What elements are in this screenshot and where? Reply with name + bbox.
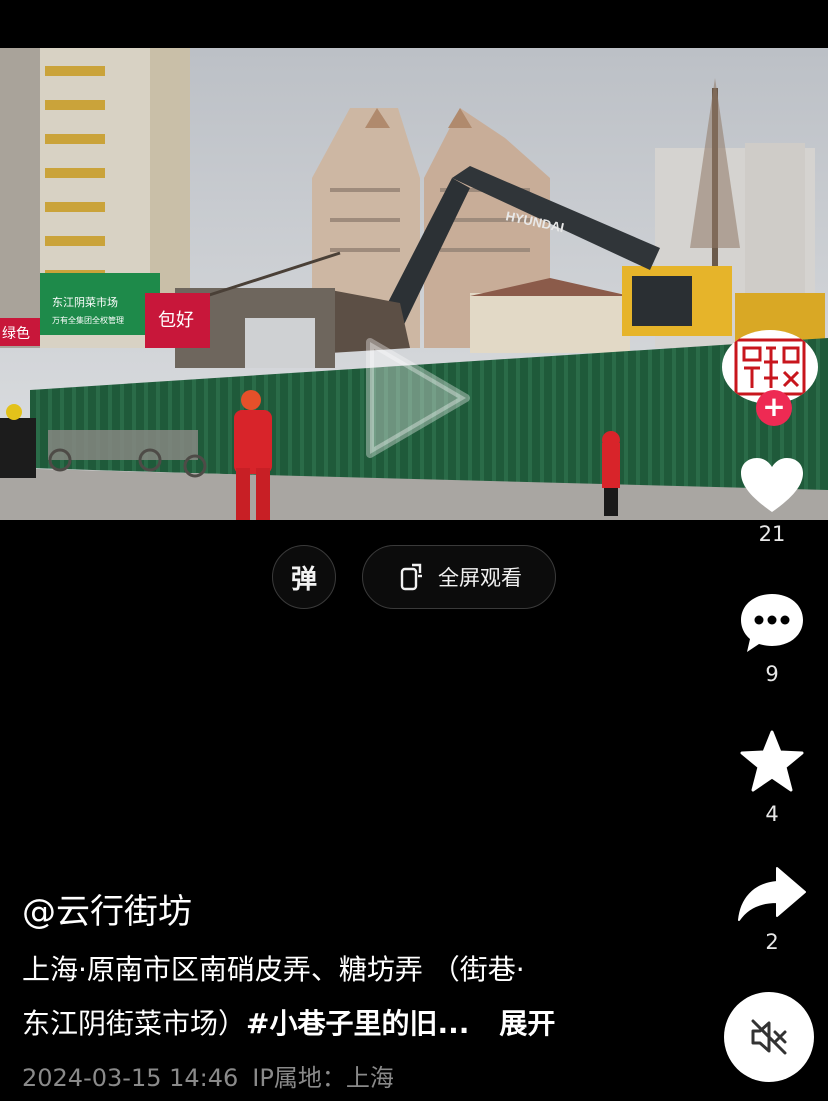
left-sign: 绿色 [2,325,30,342]
play-icon [366,338,470,458]
share-count: 2 [765,930,779,954]
mute-button[interactable] [724,992,814,1082]
author-name[interactable]: @云行街坊 [22,884,192,933]
comment-button[interactable] [739,592,805,654]
comment-count: 9 [765,662,779,686]
post-meta: 2024-03-15 14:46 IP属地：上海 [22,1058,394,1093]
share-button[interactable] [737,866,807,922]
post-timestamp: 2024-03-15 14:46 [22,1064,239,1092]
fullscreen-label: 全屏观看 [438,566,522,590]
comment-group: 9 [724,592,820,686]
market-sign: 东江阴菜市场 [52,295,118,309]
hashtag-link[interactable]: #小巷子里的旧... [246,1007,469,1040]
star-icon [740,730,804,792]
like-button[interactable] [739,456,805,514]
favorite-count: 4 [765,802,779,826]
danmaku-label: 弹 [290,564,317,595]
play-button[interactable] [362,336,472,460]
like-group: 21 [724,456,820,546]
danmaku-toggle-button[interactable]: 弹 [272,545,336,609]
expand-button[interactable]: 展开 [499,1007,555,1040]
heart-icon [741,458,803,512]
favorite-button[interactable] [739,730,805,794]
shop-sign: 包好 [158,310,194,331]
description-text: 东江阴街菜市场） [22,1007,247,1040]
market-sign-sub: 万有全集团全权管理 [52,315,124,325]
comment-icon [741,594,803,652]
ip-location: IP属地：上海 [252,1064,394,1092]
post-description-line2: 东江阴街菜市场）#小巷子里的旧... 展开 [22,1004,712,1044]
post-description-line1: 上海·原南市区南硝皮弄、糖坊弄 （街巷· [22,953,525,986]
share-group: 2 [724,866,820,954]
like-count: 21 [758,522,786,546]
share-icon [738,867,806,921]
mute-icon [751,1019,787,1055]
rotate-phone-icon [400,563,422,591]
fullscreen-button[interactable]: 全屏观看 [362,545,556,609]
author-avatar-button[interactable]: + [722,330,820,426]
favorite-group: 4 [724,730,820,826]
follow-button[interactable]: + [756,390,792,426]
